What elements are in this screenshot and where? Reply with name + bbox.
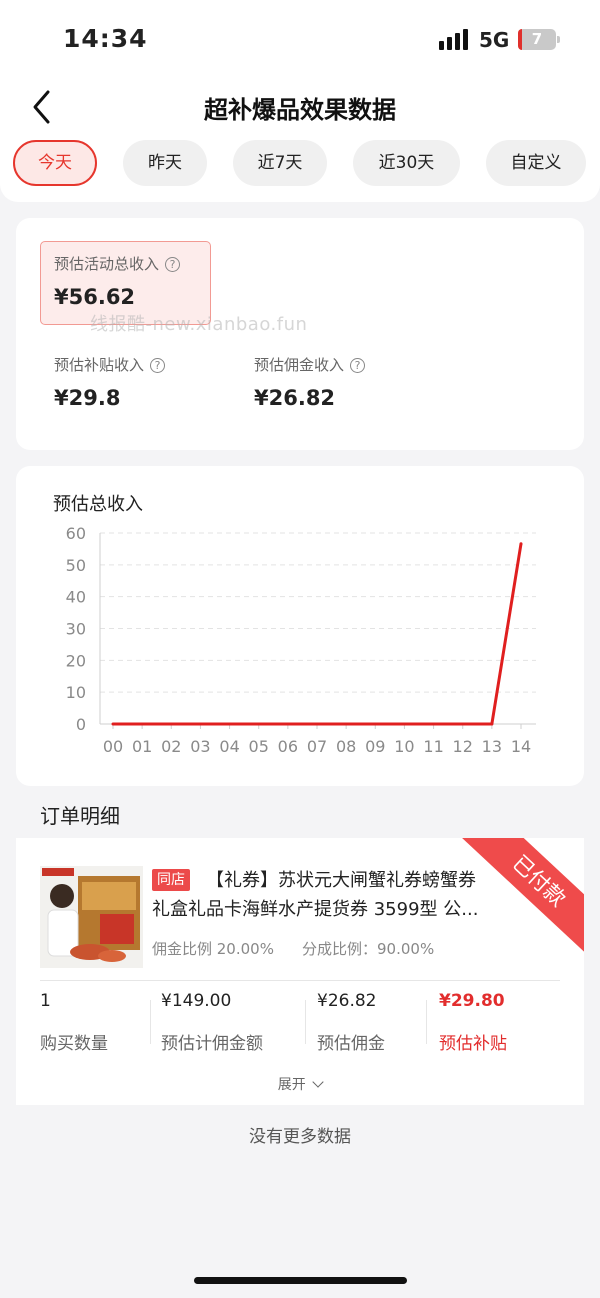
x-tick-label: 07 [307, 737, 327, 756]
y-tick-label: 20 [66, 651, 86, 670]
data-point [432, 722, 436, 726]
x-tick-label: 12 [453, 737, 473, 756]
x-tick-label: 06 [278, 737, 298, 756]
signal-icon [439, 28, 469, 50]
commission-base-label: 预估计佣金额 [161, 1034, 263, 1054]
page-title: 超补爆品效果数据 [204, 96, 396, 124]
status-time: 14:34 [63, 24, 148, 53]
subsidy-income-label: 预估补贴收入? [54, 354, 166, 375]
est-commission-label: 预估佣金 [317, 1034, 385, 1054]
commission-income-value: ¥26.82 [254, 386, 336, 410]
commission-base-value: ¥149.00 [161, 991, 232, 1011]
data-point [228, 722, 232, 726]
y-tick-label: 10 [66, 683, 86, 702]
est-commission-value: ¥26.82 [317, 991, 377, 1011]
quantity-value: 1 [40, 991, 51, 1011]
income-chart-card: 预估总收入 0 10 20 30 40 50 60 00 01 02 03 04 05 06 07 08 09 1… [16, 466, 584, 786]
tab-yesterday[interactable]: 昨天 [123, 140, 207, 186]
y-tick-label: 50 [66, 556, 86, 575]
divider [40, 980, 560, 981]
product-title-line2: 礼盒礼品卡海鲜水产提货券 3599型 公... [152, 899, 479, 920]
help-icon[interactable]: ? [350, 358, 366, 373]
x-tick-label: 10 [394, 737, 414, 756]
network-label: 5G [479, 28, 510, 52]
tab-last-30-days[interactable]: 近30天 [353, 140, 460, 186]
y-tick-label: 60 [66, 524, 86, 543]
divider [305, 1000, 306, 1044]
same-store-tag: 同店 [152, 869, 190, 891]
home-indicator[interactable] [194, 1277, 407, 1284]
est-subsidy-label: 预估补贴 [439, 1034, 507, 1054]
x-tick-label: 00 [103, 737, 123, 756]
battery-icon: 7 [518, 29, 560, 50]
watermark-text: 线报酷-new.xianbao.fun [90, 314, 308, 335]
share-rate: 分成比例：90.00% [302, 940, 435, 958]
expand-button[interactable]: 展开 [16, 1074, 584, 1094]
order-section-title: 订单明细 [40, 804, 120, 828]
tab-custom[interactable]: 自定义 [486, 140, 586, 186]
subsidy-income-value: ¥29.8 [54, 386, 121, 410]
product-image [40, 866, 143, 968]
x-tick-label: 05 [249, 737, 269, 756]
data-point [140, 722, 144, 726]
order-card[interactable]: 已付款 同店 【礼券】苏状元大闸蟹礼券螃蟹券 礼盒礼品卡海鲜水产提货券 3599… [16, 838, 584, 1105]
data-point [402, 722, 406, 726]
series-line [113, 543, 523, 726]
total-income-value: ¥56.62 [54, 285, 136, 309]
income-summary-card: 预估活动总收入? ¥56.62 线报酷-new.xianbao.fun 预估补贴… [16, 218, 584, 450]
data-point [198, 722, 202, 726]
x-tick-label: 03 [190, 737, 210, 756]
data-point [315, 722, 319, 726]
divider [426, 1000, 427, 1044]
nav-bar: 超补爆品效果数据 [0, 78, 600, 136]
data-point [257, 722, 261, 726]
divider [150, 1000, 151, 1044]
tab-today[interactable]: 今天 [13, 140, 97, 186]
data-point [169, 722, 173, 726]
est-subsidy-value: ¥29.80 [439, 991, 505, 1011]
chevron-down-icon [312, 1076, 324, 1088]
quantity-label: 购买数量 [40, 1034, 108, 1054]
status-bar: 14:34 5G 7 [0, 0, 600, 78]
total-income-label: 预估活动总收入? [54, 253, 181, 274]
x-tick-label: 09 [365, 737, 385, 756]
x-tick-label: 08 [336, 737, 356, 756]
income-line-chart: 0 10 20 30 40 50 60 00 01 02 03 04 05 06 07 08 09 10 11 12 1… [66, 524, 536, 756]
no-more-data: 没有更多数据 [249, 1127, 351, 1147]
y-tick-label: 30 [66, 620, 86, 639]
date-range-tabs: 今天 昨天 近7天 近30天 自定义 [0, 136, 600, 202]
tab-last-7-days[interactable]: 近7天 [233, 140, 327, 186]
data-point [286, 722, 290, 726]
x-tick-label: 14 [511, 737, 531, 756]
help-icon[interactable]: ? [150, 358, 166, 373]
x-tick-label: 04 [219, 737, 239, 756]
data-point [111, 722, 115, 726]
x-tick-label: 01 [132, 737, 152, 756]
data-point [344, 722, 348, 726]
data-point [373, 722, 377, 726]
data-point [519, 542, 523, 546]
product-title-line1: 【礼券】苏状元大闸蟹礼券螃蟹券 [206, 870, 476, 891]
x-tick-label: 13 [482, 737, 502, 756]
expand-label: 展开 [277, 1077, 306, 1093]
commission-income-label: 预估佣金收入? [254, 354, 366, 375]
commission-rate: 佣金比例 20.00% [152, 940, 274, 958]
data-point [461, 722, 465, 726]
data-point [490, 722, 494, 726]
y-tick-label: 0 [76, 715, 86, 734]
help-icon[interactable]: ? [165, 257, 181, 272]
x-tick-label: 02 [161, 737, 181, 756]
x-tick-label: 11 [423, 737, 443, 756]
y-tick-label: 40 [66, 588, 86, 607]
